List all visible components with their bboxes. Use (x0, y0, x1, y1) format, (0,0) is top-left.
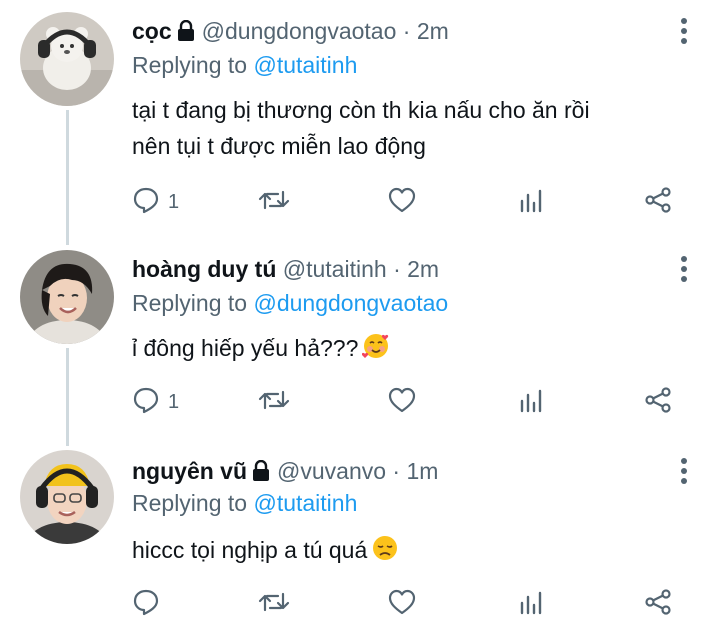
share-button[interactable] (644, 184, 672, 220)
reply-count: 1 (168, 390, 180, 413)
lock-icon (176, 19, 196, 49)
heart-icon (387, 588, 417, 621)
avatar[interactable] (20, 250, 114, 344)
reply-button[interactable] (132, 586, 168, 622)
tweet-text-line: tại t đang bị thương còn th kia nấu cho … (132, 97, 590, 123)
tweet-text-line: nên tụi t được miễn lao động (132, 133, 426, 159)
replying-to: Replying to @tutaitinh (132, 488, 357, 518)
tweet-text-line: hiccc tọi nghịp a tú quá (132, 537, 368, 563)
action-bar (132, 586, 680, 622)
heart-icon (387, 186, 417, 219)
reply-icon (132, 588, 160, 621)
timestamp[interactable]: 2m (407, 256, 439, 282)
analytics-icon (518, 187, 544, 218)
display-name[interactable]: hoàng duy tú (132, 256, 276, 282)
reply-icon (132, 186, 160, 219)
replying-to-label: Replying to (132, 290, 248, 316)
user-handle[interactable]: @dungdongvaotao (202, 18, 397, 44)
replying-to: Replying to @tutaitinh (132, 50, 357, 80)
reply-icon (132, 386, 160, 419)
retweet-icon (258, 386, 290, 419)
replying-to: Replying to @dungdongvaotao (132, 288, 448, 318)
like-button[interactable] (387, 384, 417, 420)
like-button[interactable] (387, 586, 417, 622)
smiling-face-with-hearts-icon (362, 332, 390, 370)
more-vertical-icon[interactable] (680, 18, 688, 49)
avatar[interactable] (20, 12, 114, 106)
retweet-button[interactable] (258, 384, 290, 420)
retweet-button[interactable] (258, 184, 290, 220)
views-button[interactable] (518, 586, 544, 622)
action-bar: 1 (132, 384, 680, 420)
tweet-text-line: ỉ đông hiếp yếu hả??? (132, 335, 359, 361)
retweet-icon (258, 186, 290, 219)
share-button[interactable] (644, 586, 672, 622)
heart-icon (387, 386, 417, 419)
tweet[interactable]: hoàng duy tú @tutaitinh · 2m Replying to… (0, 238, 720, 433)
share-icon (644, 386, 672, 419)
lock-icon (251, 459, 271, 489)
tweet[interactable]: cọc @dungdongvaotao · 2m Replying to @tut… (0, 0, 720, 230)
replying-to-label: Replying to (132, 52, 248, 78)
avatar[interactable] (20, 450, 114, 544)
display-name[interactable]: nguyên vũ (132, 458, 247, 484)
tweet-text: tại t đang bị thương còn th kia nấu cho … (132, 92, 680, 164)
user-handle[interactable]: @vuvanvo (277, 458, 386, 484)
views-button[interactable] (518, 184, 544, 220)
share-icon (644, 588, 672, 621)
retweet-icon (258, 588, 290, 621)
more-vertical-icon[interactable] (680, 458, 688, 489)
reply-button[interactable]: 1 (132, 184, 179, 220)
reply-button[interactable]: 1 (132, 384, 179, 420)
mention-link[interactable]: @dungdongvaotao (253, 290, 448, 316)
action-bar: 1 (132, 184, 680, 220)
tweet-text: hiccc tọi nghịp a tú quá (132, 532, 680, 572)
views-button[interactable] (518, 384, 544, 420)
share-icon (644, 186, 672, 219)
like-button[interactable] (387, 184, 417, 220)
timestamp[interactable]: 2m (417, 18, 449, 44)
separator-dot: · (392, 458, 401, 484)
timestamp[interactable]: 1m (406, 458, 438, 484)
analytics-icon (518, 387, 544, 418)
display-name[interactable]: cọc (132, 18, 172, 44)
share-button[interactable] (644, 384, 672, 420)
reply-count: 1 (168, 190, 180, 213)
tweet-text: ỉ đông hiếp yếu hả??? (132, 330, 680, 370)
mention-link[interactable]: @tutaitinh (253, 52, 357, 78)
more-vertical-icon[interactable] (680, 256, 688, 287)
user-handle[interactable]: @tutaitinh (283, 256, 387, 282)
tweet[interactable]: nguyên vũ @vuvanvo · 1m Replying to @tuta… (0, 440, 720, 630)
analytics-icon (518, 589, 544, 620)
disappointed-face-icon (371, 534, 399, 572)
mention-link[interactable]: @tutaitinh (253, 490, 357, 516)
separator-dot: · (402, 18, 411, 44)
replying-to-label: Replying to (132, 490, 248, 516)
separator-dot: · (393, 256, 401, 282)
retweet-button[interactable] (258, 586, 290, 622)
